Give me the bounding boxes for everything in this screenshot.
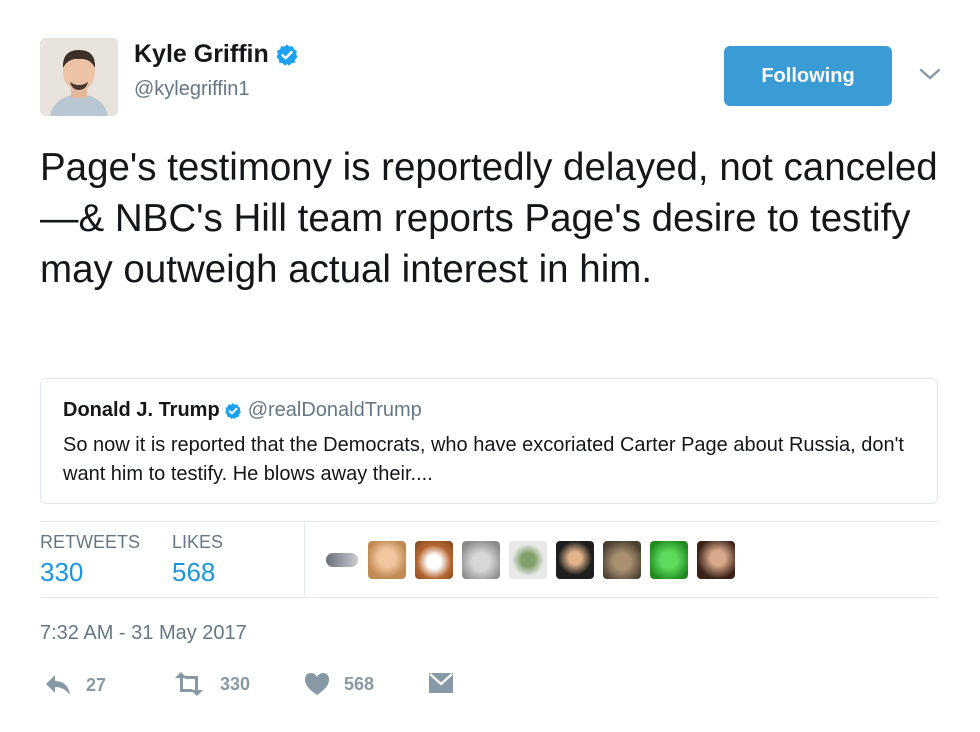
quoted-tweet-card[interactable]: Donald J. Trump @realDonaldTrump So now … <box>40 378 938 504</box>
divider <box>40 597 938 598</box>
liker-avatar[interactable] <box>697 541 735 579</box>
verified-badge-icon <box>276 44 298 66</box>
liker-avatar[interactable] <box>368 541 406 579</box>
quoted-author-handle: @realDonaldTrump <box>247 399 422 421</box>
reply-count: 27 <box>86 674 107 695</box>
quoted-author-name: Donald J. Trump <box>63 399 220 421</box>
retweet-count: 330 <box>220 673 251 694</box>
retweet-button[interactable]: 330 <box>172 672 250 696</box>
author-handle[interactable]: @kylegriffin1 <box>134 78 250 101</box>
direct-message-button[interactable] <box>428 672 454 694</box>
retweets-count[interactable]: 330 <box>40 557 83 588</box>
liker-avatar[interactable] <box>415 541 453 579</box>
stats-divider <box>304 522 305 596</box>
avatar-photo <box>40 38 118 116</box>
author-name-row[interactable]: Kyle Griffin <box>134 40 299 69</box>
likes-count[interactable]: 568 <box>172 557 215 588</box>
following-button[interactable]: Following <box>724 46 892 106</box>
envelope-icon <box>429 673 453 693</box>
heart-icon <box>305 673 329 695</box>
liker-avatar[interactable] <box>326 553 358 567</box>
author-name[interactable]: Kyle Griffin <box>134 40 269 69</box>
tweet-text: Page's testimony is reportedly delayed, … <box>40 146 938 291</box>
reply-button[interactable]: 27 <box>44 672 106 698</box>
reply-icon <box>46 675 70 695</box>
retweets-label[interactable]: RETWEETS <box>40 532 140 553</box>
quoted-tweet-text: So now it is reported that the Democrats… <box>63 434 904 485</box>
verified-badge-icon <box>224 402 241 419</box>
liker-avatars <box>326 541 744 579</box>
chevron-down-icon[interactable] <box>918 64 942 84</box>
like-count: 568 <box>344 673 375 694</box>
retweet-icon <box>175 672 203 696</box>
liker-avatar[interactable] <box>462 541 500 579</box>
quoted-tweet-header: Donald J. Trump @realDonaldTrump <box>63 399 422 422</box>
author-avatar[interactable] <box>40 38 118 116</box>
divider <box>40 521 938 522</box>
liker-avatar[interactable] <box>509 541 547 579</box>
tweet-timestamp[interactable]: 7:32 AM - 31 May 2017 <box>40 622 247 645</box>
liker-avatar[interactable] <box>650 541 688 579</box>
liker-avatar[interactable] <box>556 541 594 579</box>
like-button[interactable]: 568 <box>304 672 374 696</box>
liker-avatar[interactable] <box>603 541 641 579</box>
likes-label[interactable]: LIKES <box>172 532 223 553</box>
